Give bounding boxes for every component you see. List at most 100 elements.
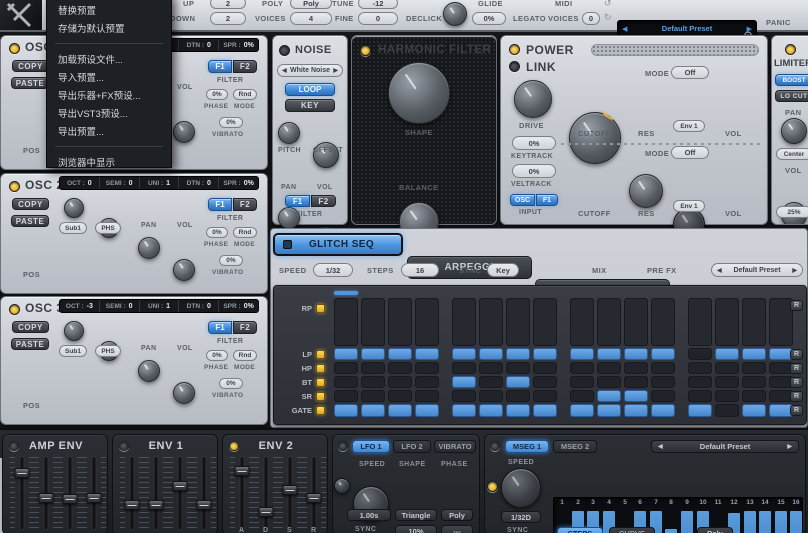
seq-cell-sr-10[interactable]	[597, 390, 621, 402]
seq-cell-bt-4[interactable]	[415, 376, 439, 388]
seq-cell-gate-13[interactable]	[688, 404, 712, 417]
glide-value[interactable]: 0%	[472, 12, 506, 25]
osc-vibrato-value[interactable]: 0%	[219, 378, 243, 389]
osc-f1-button[interactable]: F1	[208, 60, 232, 73]
noise-f2-button[interactable]: F2	[311, 195, 336, 207]
osc-phase-value[interactable]: 0%	[206, 227, 228, 238]
seq-rp-slider-cap[interactable]	[715, 291, 739, 295]
seq-cell-lp-11[interactable]	[624, 348, 648, 360]
osc-vol-knob[interactable]	[173, 121, 195, 143]
power-led[interactable]	[509, 44, 520, 55]
seq-rp-slider[interactable]	[688, 298, 712, 346]
env-fader-0[interactable]	[121, 457, 143, 529]
seq-rp-slider-cap[interactable]	[479, 291, 503, 295]
osc-copy-button[interactable]: COPY	[12, 198, 49, 210]
seq-cell-hp-14[interactable]	[715, 362, 739, 374]
osc-vibrato-value[interactable]: 0%	[219, 255, 243, 266]
mseg-sync-led[interactable]	[487, 481, 498, 492]
env-fader-2[interactable]	[169, 457, 191, 529]
filter1-env-value[interactable]: Env 1	[673, 120, 705, 132]
seq-cell-gate-9[interactable]	[570, 404, 594, 417]
menu-item[interactable]: 存储为默认预置	[47, 19, 171, 37]
veltrack-value[interactable]: 0%	[512, 164, 556, 178]
seq-cell-bt-12[interactable]	[651, 376, 675, 388]
fader-handle[interactable]	[259, 507, 274, 517]
filter2-env-value[interactable]: Env 1	[673, 200, 705, 212]
env-fader-3[interactable]	[193, 457, 215, 529]
noise-key-button[interactable]: KEY	[285, 99, 335, 112]
mseg-bar-13[interactable]	[744, 511, 756, 533]
seq-cell-sr-3[interactable]	[388, 390, 412, 402]
osc-led[interactable]	[9, 181, 20, 192]
tab-mseg2[interactable]: MSEG 2	[553, 440, 597, 453]
osc-vol-knob[interactable]	[173, 382, 195, 404]
seq-cell-gate-11[interactable]	[624, 404, 648, 417]
down-value[interactable]: 2	[210, 12, 246, 25]
seq-cell-lp-10[interactable]	[597, 348, 621, 360]
mseg-steps-button[interactable]: STEPS	[557, 527, 603, 533]
seq-cell-hp-7[interactable]	[506, 362, 530, 374]
osc-pan-knob[interactable]	[138, 237, 160, 259]
osc-sub-value[interactable]: Sub1	[59, 345, 87, 357]
seq-cell-lp-4[interactable]	[415, 348, 439, 360]
osc-mode-value[interactable]: Rnd	[233, 89, 257, 100]
seq-cell-hp-10[interactable]	[597, 362, 621, 374]
env-fader-1[interactable]	[255, 457, 277, 529]
seq-cell-lp-7[interactable]	[506, 348, 530, 360]
seq-cell-gate-14[interactable]	[715, 404, 739, 417]
pitch-seg-spr[interactable]: SPR :0%	[219, 39, 258, 51]
seq-cell-hp-6[interactable]	[479, 362, 503, 374]
osc-f2-button[interactable]: F2	[233, 321, 257, 334]
seq-cell-sr-9[interactable]	[570, 390, 594, 402]
seq-row-toggle-gate[interactable]	[316, 406, 325, 415]
poly-value[interactable]: Poly	[290, 0, 332, 9]
pitch-seg-spr[interactable]: SPR :0%	[219, 177, 258, 189]
fader-handle[interactable]	[15, 468, 30, 478]
seq-cell-bt-6[interactable]	[479, 376, 503, 388]
seq-rp-slider[interactable]	[570, 298, 594, 346]
seq-row-toggle-lp[interactable]	[316, 350, 325, 359]
mseg-bar-16[interactable]	[790, 511, 802, 533]
seq-cell-hp-9[interactable]	[570, 362, 594, 374]
input-f1-button[interactable]: F1	[536, 194, 558, 206]
seq-random-hp[interactable]: R	[790, 363, 803, 374]
osc-paste-button[interactable]: PASTE	[11, 338, 49, 350]
env-fader-1[interactable]	[145, 457, 167, 529]
mseg-preset-selector[interactable]: ◀ Default Preset ▶	[651, 440, 799, 453]
up-value[interactable]: 2	[210, 0, 246, 9]
filter1-mode-value[interactable]: Off	[671, 66, 709, 79]
seq-row-toggle-hp[interactable]	[316, 364, 325, 373]
env-fader-3[interactable]	[303, 457, 325, 529]
tab-lfo2[interactable]: LFO 2	[393, 440, 431, 453]
pitch-seg-dtn[interactable]: DTN :0	[179, 300, 219, 312]
env-fader-2[interactable]	[279, 457, 301, 529]
seq-cell-gate-1[interactable]	[334, 404, 358, 417]
seq-rp-slider[interactable]	[334, 298, 358, 346]
menu-item[interactable]: 导出预置...	[47, 122, 171, 140]
env-fader-0[interactable]	[231, 457, 253, 529]
osc-copy-button[interactable]: COPY	[12, 60, 49, 72]
shape-knob[interactable]	[388, 62, 450, 124]
preset-prev-icon[interactable]: ◀	[622, 25, 627, 33]
menu-item[interactable]: 加载预设文件...	[47, 50, 171, 68]
seq-cell-gate-12[interactable]	[651, 404, 675, 417]
env-fader-3[interactable]	[83, 457, 105, 529]
limiter-pan-knob[interactable]	[781, 118, 807, 144]
seq-rp-slider-cap[interactable]	[597, 291, 621, 295]
seq-steps-value[interactable]: 16	[401, 263, 439, 277]
seq-cell-hp-3[interactable]	[388, 362, 412, 374]
seq-rp-slider-cap[interactable]	[506, 291, 530, 295]
osc-vibrato-value[interactable]: 0%	[219, 117, 243, 128]
seq-cell-bt-2[interactable]	[361, 376, 385, 388]
fader-handle[interactable]	[63, 494, 78, 504]
mseg-bar-15[interactable]	[775, 511, 787, 533]
osc-pitch-bar[interactable]: OCT :-3SEMI :0UNI :1DTN :0SPR :0%	[59, 299, 259, 313]
seq-cell-bt-14[interactable]	[715, 376, 739, 388]
osc-sub-value[interactable]: Sub1	[59, 222, 87, 234]
seq-preset-prev-icon[interactable]: ◀	[717, 267, 722, 274]
osc-mode-value[interactable]: Rnd	[233, 227, 257, 238]
seq-cell-sr-14[interactable]	[715, 390, 739, 402]
keytrack-value[interactable]: 0%	[512, 136, 556, 150]
osc-f1-button[interactable]: F1	[208, 321, 232, 334]
osc-pan-knob[interactable]	[138, 360, 160, 382]
